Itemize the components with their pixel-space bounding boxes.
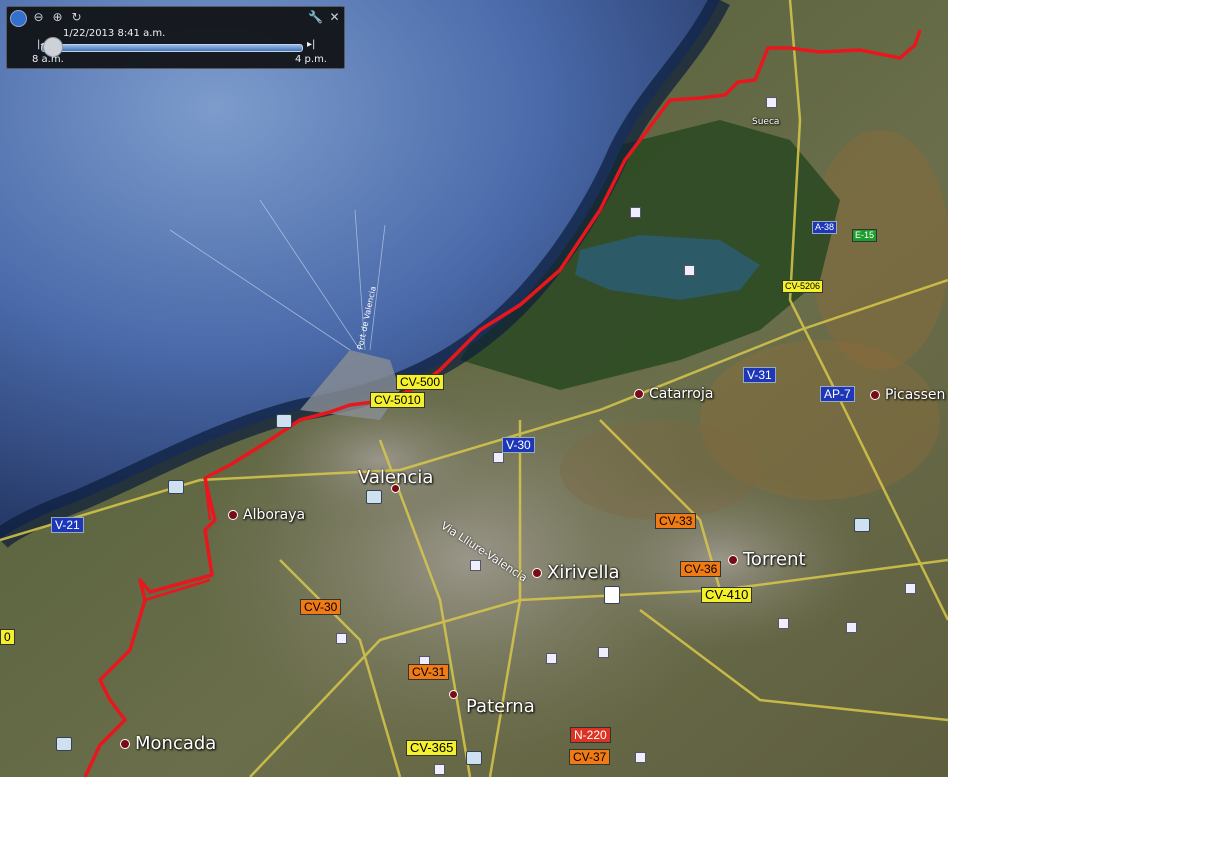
photo-icon[interactable] <box>366 490 382 504</box>
photo-icon[interactable] <box>604 586 620 604</box>
place-dot <box>870 390 880 400</box>
time-slider[interactable]: ⊖ ⊕ ↻ 🔧 ✕ 1/22/2013 8:41 a.m. |◂ ▸| 8 a.… <box>6 6 345 69</box>
road-shield[interactable]: N-220 <box>570 727 611 743</box>
place-dot <box>120 739 130 749</box>
step-forward-icon[interactable]: ▸| <box>307 39 315 50</box>
paterna-dot <box>449 690 458 699</box>
road-shield[interactable]: CV-5010 <box>370 392 425 408</box>
road-shield[interactable]: CV-33 <box>655 513 697 529</box>
place-label: Alboraya <box>243 507 306 523</box>
place-dot <box>728 555 738 565</box>
slider-track[interactable] <box>41 44 303 52</box>
wrench-icon[interactable]: 🔧 <box>308 10 323 25</box>
poi-marker[interactable] <box>684 265 695 276</box>
poi-marker[interactable] <box>434 764 445 775</box>
road-shield[interactable]: AP-7 <box>820 386 855 402</box>
place-label: Xirivella <box>547 562 620 583</box>
photo-icon[interactable] <box>854 518 870 532</box>
photo-icon[interactable] <box>168 480 184 494</box>
poi-marker[interactable] <box>336 633 347 644</box>
poi-marker[interactable] <box>598 647 609 658</box>
slider-date-time: 1/22/2013 8:41 a.m. <box>63 28 166 39</box>
place-label: Picassen <box>885 387 946 403</box>
place-xirivella[interactable]: Xirivella <box>532 562 620 583</box>
slider-start-label: 8 a.m. <box>32 54 64 65</box>
place-alboraya[interactable]: Alboraya <box>228 507 305 523</box>
road-shield[interactable]: CV-500 <box>396 374 445 390</box>
slider-end-label: 4 p.m. <box>295 54 327 65</box>
place-paterna[interactable]: Paterna <box>466 696 535 717</box>
road-shield[interactable]: CV-37 <box>569 749 611 765</box>
poi-marker[interactable] <box>470 560 481 571</box>
poi-marker[interactable] <box>630 207 641 218</box>
place-label: Moncada <box>135 733 217 754</box>
place-torrent[interactable]: Torrent <box>728 549 806 570</box>
road-shield[interactable]: CV-365 <box>406 740 458 756</box>
place-label: Catarroja <box>649 386 714 402</box>
poi-marker[interactable] <box>493 452 504 463</box>
valencia-dot <box>391 484 400 493</box>
place-picassent[interactable]: Picassen <box>870 387 945 403</box>
road-shield[interactable]: E-15 <box>852 229 878 242</box>
place-dot <box>532 568 542 578</box>
place-catarroja[interactable]: Catarroja <box>634 386 713 402</box>
satellite-map[interactable]: Valencia Alboraya Xirivella Torrent Pate… <box>0 0 948 777</box>
refresh-icon[interactable]: ↻ <box>69 10 84 25</box>
road-shield[interactable]: A-38 <box>812 221 838 234</box>
map-imagery <box>0 0 948 777</box>
photo-icon[interactable] <box>466 751 482 765</box>
poi-marker[interactable] <box>778 618 789 629</box>
zoom-in-icon[interactable]: ⊕ <box>50 10 65 25</box>
place-sueca[interactable]: Sueca <box>752 117 779 127</box>
poi-marker[interactable] <box>635 752 646 763</box>
photo-icon[interactable] <box>276 414 292 428</box>
road-shield[interactable]: CV-31 <box>408 664 450 680</box>
poi-marker[interactable] <box>905 583 916 594</box>
clock-icon[interactable] <box>10 10 27 27</box>
poi-marker[interactable] <box>546 653 557 664</box>
road-shield[interactable]: V-30 <box>502 437 535 453</box>
poi-marker[interactable] <box>766 97 777 108</box>
road-shield[interactable]: 0 <box>0 629 15 645</box>
poi-marker[interactable] <box>846 622 857 633</box>
close-icon[interactable]: ✕ <box>327 10 342 25</box>
road-shield[interactable]: CV-36 <box>680 561 722 577</box>
place-dot <box>228 510 238 520</box>
photo-icon[interactable] <box>56 737 72 751</box>
place-label: Torrent <box>743 549 806 570</box>
road-shield[interactable]: CV-410 <box>701 587 753 603</box>
place-dot <box>634 389 644 399</box>
road-shield[interactable]: V-31 <box>743 367 776 383</box>
place-moncada[interactable]: Moncada <box>120 733 216 754</box>
road-shield[interactable]: V-21 <box>51 517 84 533</box>
road-shield[interactable]: CV-30 <box>300 599 342 615</box>
zoom-out-icon[interactable]: ⊖ <box>31 10 46 25</box>
road-shield[interactable]: CV-5206 <box>782 280 824 293</box>
